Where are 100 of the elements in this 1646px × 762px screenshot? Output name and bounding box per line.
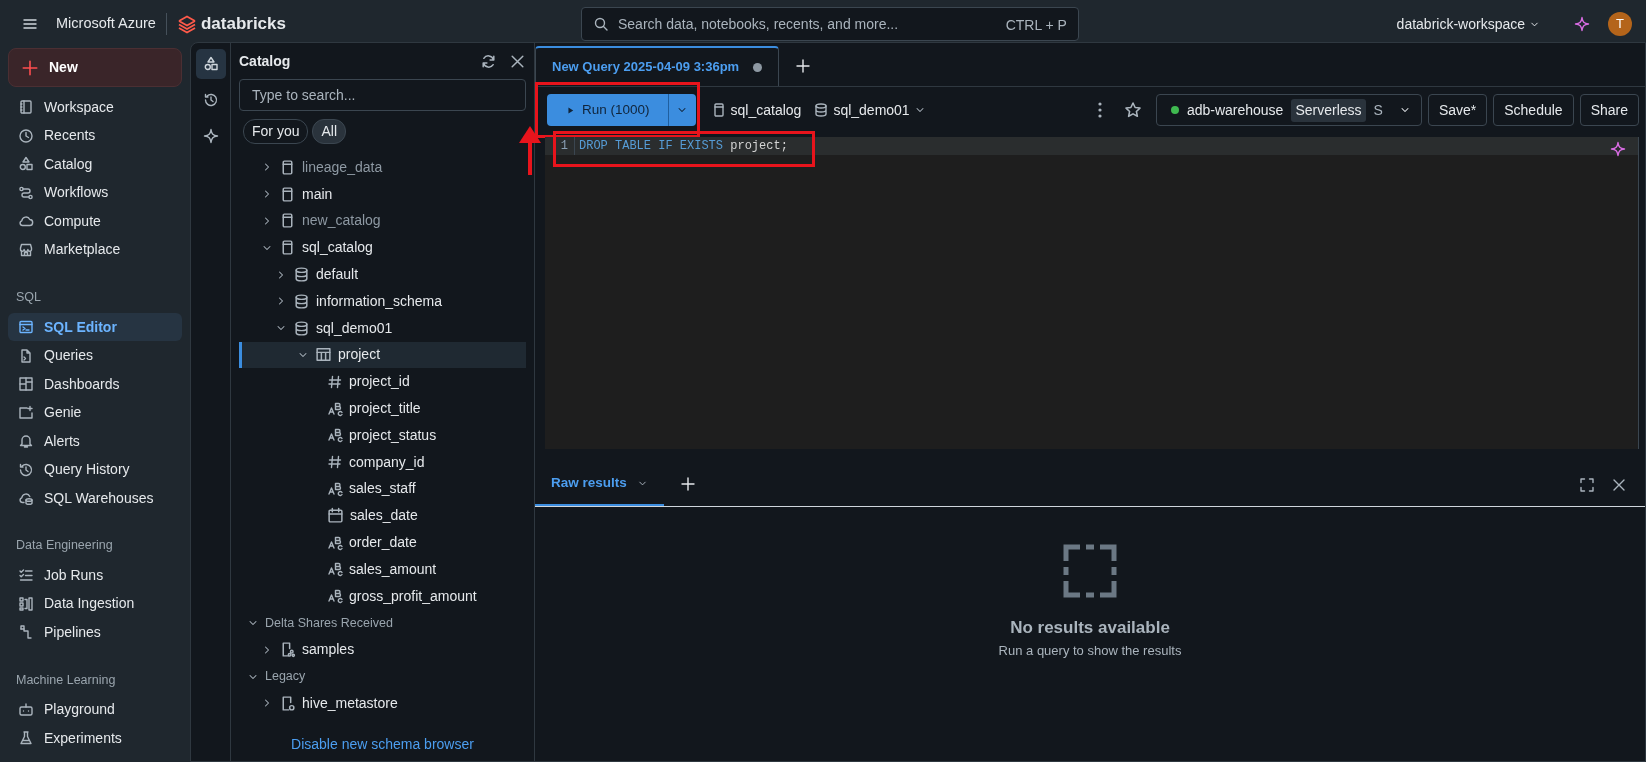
sidebar-item[interactable]: Query History	[8, 455, 182, 484]
tree-item[interactable]: gross_profit_amount	[239, 582, 526, 610]
plus-icon	[795, 58, 812, 74]
checklist-icon	[18, 567, 34, 584]
tree-item[interactable]: project	[239, 341, 526, 369]
database-icon	[293, 292, 310, 310]
workspace-switcher[interactable]: databrick-workspace	[1388, 9, 1548, 39]
warehouse-type-tag: Serverless	[1291, 98, 1366, 122]
annotation-arrow	[517, 125, 543, 175]
code-line: DROP TABLE IF EXISTS project;	[578, 138, 788, 155]
sparkle-icon	[202, 128, 219, 144]
tree-item[interactable]: order_date	[239, 529, 526, 556]
refresh-button[interactable]	[480, 52, 497, 70]
filter-chip[interactable]: All	[312, 119, 347, 144]
sidebar-item[interactable]: Data Ingestion	[8, 589, 182, 618]
text-type-icon	[327, 561, 343, 578]
tree-item[interactable]: sales_amount	[239, 555, 526, 583]
run-button[interactable]: Run (1000)	[547, 94, 668, 126]
dashboard-icon	[18, 376, 34, 392]
sidebar-item[interactable]: Compute	[8, 207, 182, 236]
sidebar-item[interactable]: Catalog	[8, 150, 182, 179]
unsaved-dot	[753, 62, 763, 72]
logo-icon	[176, 14, 197, 34]
tree-item[interactable]: sales_date	[239, 502, 526, 530]
text-type-icon	[327, 480, 343, 497]
new-button[interactable]: New	[8, 48, 182, 87]
table-icon	[315, 346, 332, 364]
filter-chip[interactable]: For you	[243, 119, 309, 144]
tree-item[interactable]: new_catalog	[239, 207, 526, 235]
close-button[interactable]	[509, 52, 526, 70]
tree-item[interactable]: sales_staff	[239, 475, 526, 503]
sidebar-item[interactable]: Workspace	[8, 93, 182, 122]
workflow-icon	[18, 184, 34, 201]
sidebar-item[interactable]: SQL Warehouses	[8, 483, 182, 513]
tree-item[interactable]: project_title	[239, 395, 526, 422]
warehouse-selector[interactable]: adb-warehouse Serverless S	[1155, 94, 1422, 126]
rail-button[interactable]	[195, 49, 226, 79]
results-tab[interactable]: Raw results	[535, 462, 664, 506]
query-tab[interactable]: New Query 2025-04-09 3:36pm	[535, 46, 780, 86]
sidebar-item[interactable]: Queries	[8, 341, 182, 370]
section-heading: Machine Learning	[15, 671, 117, 689]
disable-schema-browser-link[interactable]: Disable new schema browser	[239, 732, 526, 761]
book-icon	[18, 99, 34, 116]
tree-item[interactable]: information_schema	[239, 288, 526, 315]
tree-item[interactable]: lineage_data	[239, 154, 526, 181]
line-number: 1	[545, 137, 575, 155]
flask-icon	[18, 730, 34, 746]
tree-item[interactable]: default	[239, 261, 526, 288]
terminal-window-icon	[18, 319, 34, 335]
sidebar-item[interactable]: Marketplace	[8, 235, 182, 264]
code-editor[interactable]: 1 DROP TABLE IF EXISTS project;	[545, 137, 1639, 449]
database-icon	[293, 319, 310, 337]
sidebar-item[interactable]: Alerts	[8, 426, 182, 456]
ingestion-icon	[18, 595, 34, 612]
section-heading: Data Engineering	[15, 537, 114, 555]
sidebar-item[interactable]: Recents	[8, 121, 182, 150]
tree-item[interactable]: Delta Shares Received	[239, 609, 526, 637]
tree-item[interactable]: main	[239, 180, 526, 208]
text-type-icon	[327, 427, 343, 444]
tree-item[interactable]: hive_metastore	[239, 689, 526, 717]
user-avatar[interactable]: T	[1608, 12, 1632, 36]
sidebar-item[interactable]: SQL Editor	[8, 312, 182, 342]
shapes-icon	[202, 56, 219, 72]
history-icon	[18, 461, 34, 478]
tree-item[interactable]: samples	[239, 636, 526, 664]
text-type-icon	[327, 588, 343, 605]
search-icon	[592, 16, 609, 32]
sidebar-item[interactable]: Pipelines	[8, 618, 182, 647]
database-icon	[293, 266, 310, 284]
calendar-icon	[327, 507, 344, 525]
panel-title: Catalog	[239, 51, 291, 71]
toolbar-button[interactable]: Share	[1579, 94, 1639, 126]
cloud-database-icon	[18, 490, 34, 506]
refresh-icon	[480, 52, 497, 70]
catalog-selector[interactable]: sql_catalog	[707, 99, 805, 121]
sidebar-item[interactable]: Workflows	[8, 178, 182, 207]
sidebar-item[interactable]: Genie	[8, 398, 182, 427]
brand-name: Microsoft Azure	[56, 14, 156, 34]
sidebar-item[interactable]: Playground	[8, 695, 182, 724]
sidebar-item[interactable]: Dashboards	[8, 369, 182, 399]
bell-icon	[18, 433, 34, 449]
tree-item[interactable]: project_status	[239, 421, 526, 449]
sidebar-item[interactable]: Job Runs	[8, 561, 182, 590]
search-field[interactable]: Type to search...	[239, 79, 526, 111]
sidebar-item[interactable]: Experiments	[8, 723, 182, 753]
tree-item[interactable]: company_id	[239, 448, 526, 476]
text-type-icon	[327, 400, 343, 417]
hash-icon	[327, 373, 343, 390]
history-icon	[202, 92, 219, 108]
query-file-icon	[18, 347, 34, 364]
tree-item[interactable]: project_id	[239, 368, 526, 396]
tree-item[interactable]: sql_demo01	[239, 314, 526, 342]
close-icon	[509, 52, 526, 70]
fullscreen-icon	[1579, 476, 1595, 493]
schema-selector[interactable]: sql_demo01	[810, 99, 929, 121]
tree-item[interactable]: Legacy	[239, 663, 526, 690]
empty-state-title: No results available	[1010, 617, 1170, 639]
toolbar-button[interactable]: Save*	[1427, 94, 1488, 126]
tree-item[interactable]: sql_catalog	[239, 234, 526, 262]
toolbar-button[interactable]: Schedule	[1493, 94, 1574, 126]
